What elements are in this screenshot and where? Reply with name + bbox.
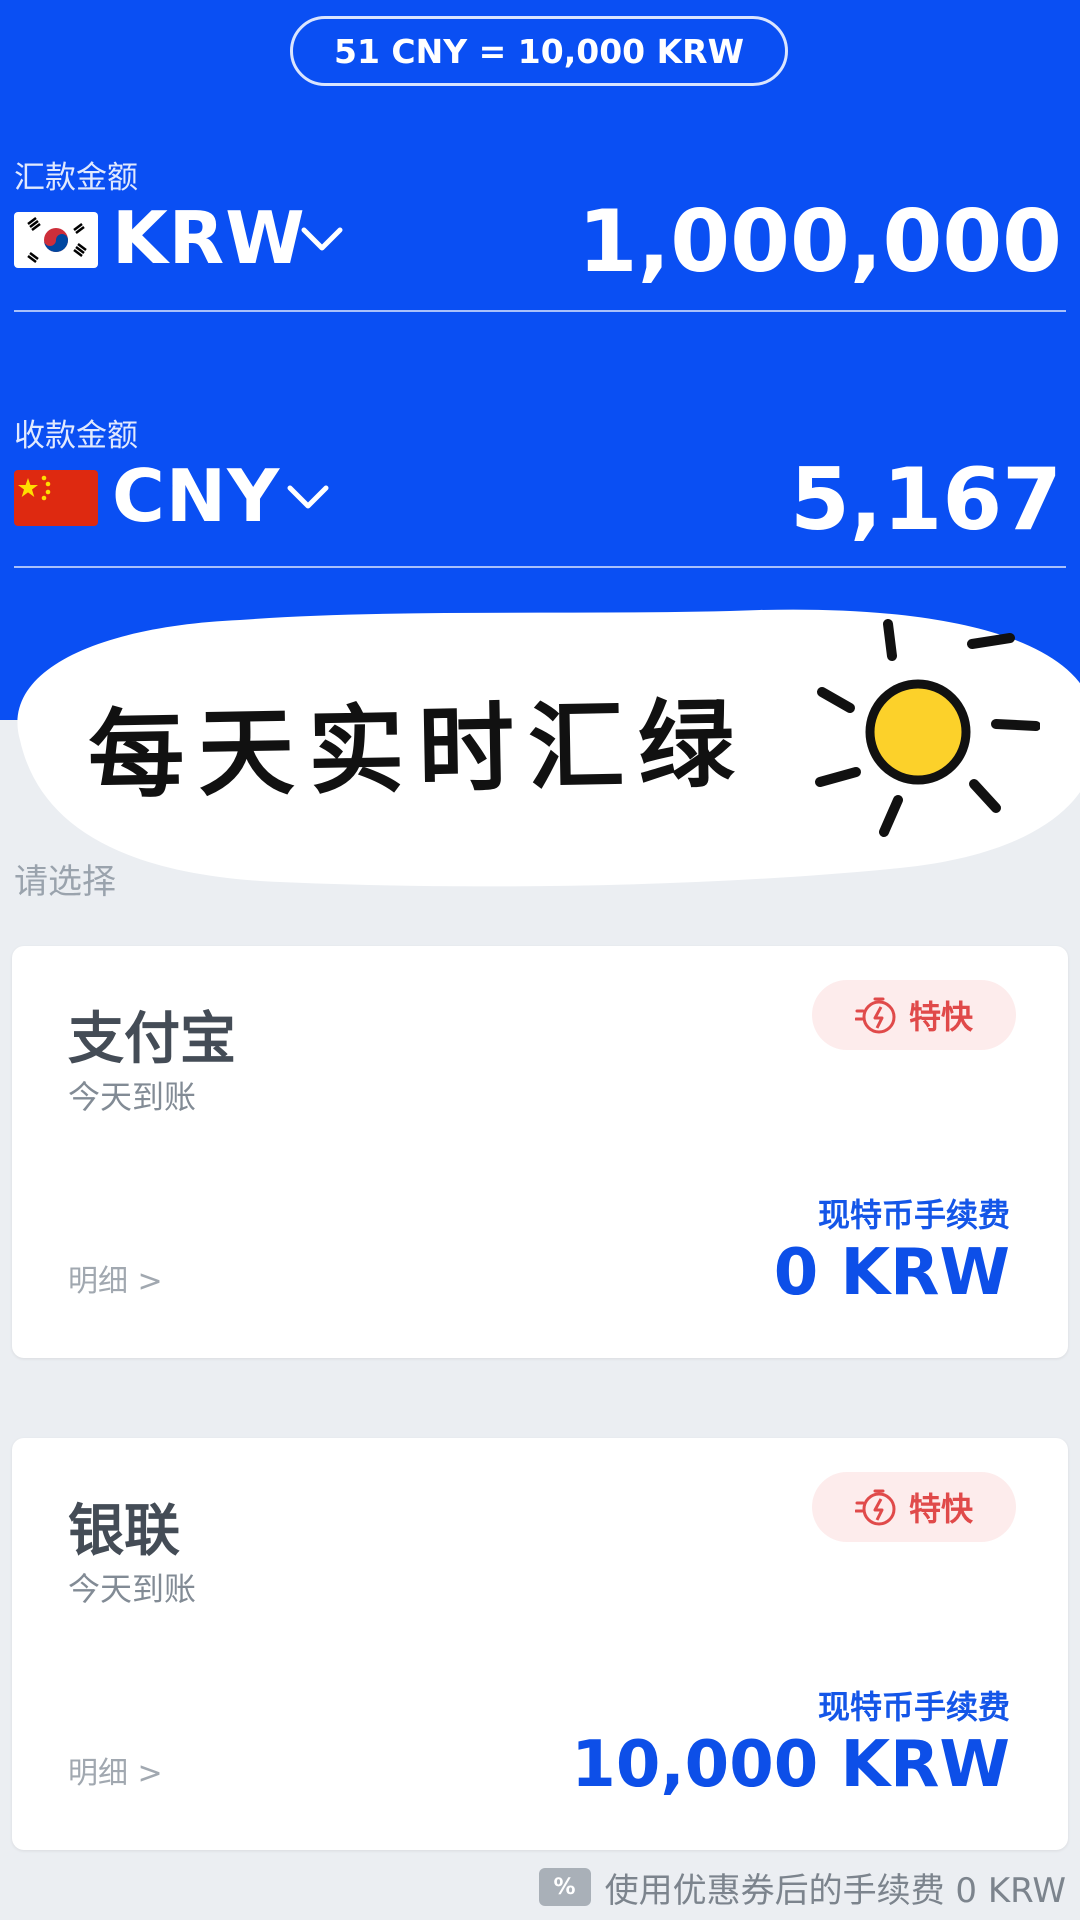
send-amount-label: 汇款金额 (14, 160, 138, 196)
express-badge: 特快 (812, 980, 1016, 1050)
badge-label: 特快 (908, 998, 973, 1036)
fee-value: 0 KRW (773, 1236, 1010, 1310)
stopwatch-lightning-icon (854, 997, 896, 1034)
receive-currency-selector[interactable]: CNY (112, 454, 280, 538)
detail-link[interactable]: 明细 > (68, 1748, 163, 1792)
fee-value: 10,000 KRW (571, 1728, 1010, 1802)
send-amount-input[interactable]: 1,000,000 (578, 192, 1062, 292)
arrival-time: 今天到账 (68, 1570, 197, 1608)
sun-icon (815, 619, 1040, 837)
arrival-time: 今天到账 (68, 1078, 197, 1116)
method-name: 支付宝 (68, 1007, 236, 1072)
detail-link[interactable]: 明细 > (68, 1256, 163, 1300)
express-badge: 特快 (812, 1472, 1016, 1542)
sticker-handwritten-text: 每天实时汇绿 (87, 688, 750, 812)
receive-divider (14, 566, 1066, 568)
receive-amount-label: 收款金额 (14, 418, 138, 454)
receive-amount-value: 5,167 (789, 450, 1062, 550)
send-currency-selector[interactable]: KRW (112, 196, 306, 280)
send-currency-code: KRW (112, 196, 306, 280)
method-name: 银联 (68, 1499, 180, 1564)
exchange-rate-pill[interactable]: 51 CNY = 10,000 KRW (290, 16, 788, 86)
korea-flag-icon (14, 212, 98, 268)
coupon-note: % 使用优惠券后的手续费 0 KRW (538, 1862, 1066, 1912)
stopwatch-lightning-icon (854, 1489, 896, 1526)
send-divider (14, 310, 1066, 312)
receive-currency-code: CNY (112, 454, 281, 538)
chevron-down-icon[interactable] (286, 482, 330, 512)
payment-method-card-unionpay[interactable]: 银联 今天到账 特快 现特币手续费 10,000 KRW 明细 > (12, 1438, 1068, 1850)
coupon-text: 使用优惠券后的手续费 0 KRW (604, 1870, 1066, 1911)
fee-label: 现特币手续费 (817, 1196, 1010, 1234)
fee-label: 现特币手续费 (817, 1688, 1010, 1726)
badge-label: 特快 (908, 1490, 973, 1528)
coupon-icon: % (538, 1868, 591, 1906)
payment-method-card-alipay[interactable]: 支付宝 今天到账 特快 现特币手续费 0 KRW 明细 > (12, 946, 1068, 1358)
chevron-down-icon[interactable] (300, 224, 344, 254)
china-flag-icon (14, 470, 98, 526)
